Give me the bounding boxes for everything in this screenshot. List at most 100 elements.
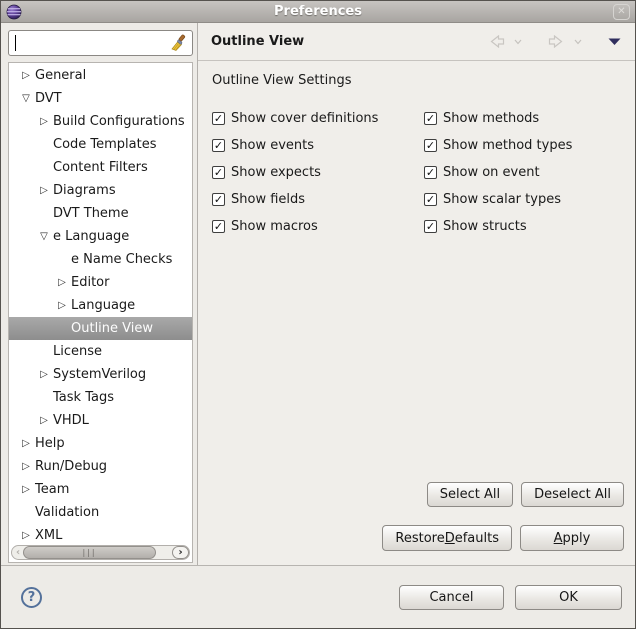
tree-item-label: Validation xyxy=(35,505,100,520)
expand-arrow-icon[interactable]: ▷ xyxy=(17,524,35,547)
tree-item-help[interactable]: ▷ Help xyxy=(9,432,192,455)
tree-item-label: XML xyxy=(35,528,63,543)
checkbox-show-fields[interactable]: ✓ Show fields xyxy=(212,186,424,213)
tree-item-outline-view[interactable]: Outline View xyxy=(9,317,192,340)
text-caret xyxy=(15,35,16,51)
tree-item-build-configurations[interactable]: ▷ Build Configurations xyxy=(9,110,192,133)
checkbox-show-events[interactable]: ✓ Show events xyxy=(212,132,424,159)
tree-item-content-filters[interactable]: Content Filters xyxy=(9,156,192,179)
checkbox-show-method-types[interactable]: ✓ Show method types xyxy=(424,132,572,159)
checkbox-box[interactable]: ✓ xyxy=(212,220,225,233)
cancel-button[interactable]: Cancel xyxy=(399,584,504,610)
tree-item-run-debug[interactable]: ▷ Run/Debug xyxy=(9,455,192,478)
select-all-button[interactable]: Select All xyxy=(426,482,514,507)
checkbox-show-macros[interactable]: ✓ Show macros xyxy=(212,213,424,240)
tree-item-general[interactable]: ▷ General xyxy=(9,64,192,87)
apply-button[interactable]: Apply xyxy=(520,525,624,551)
tree-item-e-language[interactable]: ▽ e Language xyxy=(9,225,192,248)
checkbox-label: Show macros xyxy=(231,219,318,234)
sidebar: ▷ General ▽ DVT ▷ Build Configurations Code Te… xyxy=(1,23,198,565)
tree-item-language[interactable]: ▷ Language xyxy=(9,294,192,317)
expand-arrow-icon[interactable]: ▷ xyxy=(53,294,71,317)
checkbox-show-structs[interactable]: ✓ Show structs xyxy=(424,213,572,240)
tree-item-label: General xyxy=(35,68,87,83)
checkbox-box[interactable]: ✓ xyxy=(212,166,225,179)
expand-arrow-icon[interactable]: ▷ xyxy=(53,271,71,294)
forward-history-chevron-icon[interactable] xyxy=(574,39,582,45)
back-icon[interactable] xyxy=(488,35,505,48)
checkbox-show-cover-definitions[interactable]: ✓ Show cover definitions xyxy=(212,105,424,132)
tree-item-dvt[interactable]: ▽ DVT xyxy=(9,87,192,110)
tree-item-license[interactable]: License xyxy=(9,340,192,363)
page-title: Outline View xyxy=(211,34,305,49)
checkbox-label: Show methods xyxy=(443,111,540,126)
checkbox-box[interactable]: ✓ xyxy=(424,139,437,152)
tree-item-label: Run/Debug xyxy=(35,459,108,474)
horizontal-scrollbar[interactable]: ‹ ||| › xyxy=(11,545,190,560)
titlebar[interactable]: Preferences ✕ xyxy=(1,1,635,23)
checkbox-show-on-event[interactable]: ✓ Show on event xyxy=(424,159,572,186)
tree-item-xml[interactable]: ▷ XML xyxy=(9,524,192,547)
tree-item-label: VHDL xyxy=(53,413,89,428)
filter-field-wrap xyxy=(8,30,193,56)
checkbox-box[interactable]: ✓ xyxy=(212,139,225,152)
tree-item-editor[interactable]: ▷ Editor xyxy=(9,271,192,294)
tree-item-e-name-checks[interactable]: e Name Checks xyxy=(9,248,192,271)
ok-button[interactable]: OK xyxy=(515,584,622,610)
tree-item-label: SystemVerilog xyxy=(53,367,147,382)
expand-arrow-icon[interactable]: ▷ xyxy=(35,409,53,432)
collapse-arrow-icon[interactable]: ▽ xyxy=(17,87,35,110)
tree-item-label: Task Tags xyxy=(53,390,114,405)
deselect-all-button[interactable]: Deselect All xyxy=(521,482,624,507)
checkbox-box[interactable]: ✓ xyxy=(424,193,437,206)
tree-item-label: Content Filters xyxy=(53,160,148,175)
tree-item-label: Diagrams xyxy=(53,183,116,198)
expand-arrow-icon[interactable]: ▷ xyxy=(17,478,35,501)
tree-item-systemverilog[interactable]: ▷ SystemVerilog xyxy=(9,363,192,386)
help-icon[interactable]: ? xyxy=(21,586,42,608)
expand-arrow-icon[interactable]: ▷ xyxy=(17,64,35,87)
tree-item-vhdl[interactable]: ▷ VHDL xyxy=(9,409,192,432)
restore-defaults-button[interactable]: Restore Defaults xyxy=(382,525,512,551)
tree-item-validation[interactable]: Validation xyxy=(9,501,192,524)
expand-arrow-icon[interactable]: ▷ xyxy=(35,110,53,133)
tree-item-task-tags[interactable]: Task Tags xyxy=(9,386,192,409)
preferences-tree[interactable]: ▷ General ▽ DVT ▷ Build Configurations Code Te… xyxy=(8,62,193,563)
main-area: ▷ General ▽ DVT ▷ Build Configurations Code Te… xyxy=(1,23,635,565)
checkbox-box[interactable]: ✓ xyxy=(212,112,225,125)
expand-arrow-icon[interactable]: ▷ xyxy=(17,455,35,478)
tree-item-label: License xyxy=(53,344,103,359)
tree-item-diagrams[interactable]: ▷ Diagrams xyxy=(9,179,192,202)
checkbox-show-expects[interactable]: ✓ Show expects xyxy=(212,159,424,186)
expand-arrow-icon[interactable]: ▷ xyxy=(35,363,53,386)
checkbox-box[interactable]: ✓ xyxy=(424,220,437,233)
checkbox-show-methods[interactable]: ✓ Show methods xyxy=(424,105,572,132)
checkbox-grid: ✓ Show cover definitions ✓ Show events ✓ Show… xyxy=(212,105,624,240)
tree-item-team[interactable]: ▷ Team xyxy=(9,478,192,501)
tree-item-code-templates[interactable]: Code Templates xyxy=(9,133,192,156)
checkbox-box[interactable]: ✓ xyxy=(212,193,225,206)
back-history-chevron-icon[interactable] xyxy=(514,39,522,45)
tree-item-label: Editor xyxy=(71,275,110,290)
checkbox-label: Show scalar types xyxy=(443,192,561,207)
filter-input[interactable] xyxy=(8,30,193,56)
tree-item-label: Build Configurations xyxy=(53,114,185,129)
checkbox-box[interactable]: ✓ xyxy=(424,166,437,179)
close-icon[interactable]: ✕ xyxy=(613,3,630,20)
collapse-arrow-icon[interactable]: ▽ xyxy=(35,225,53,248)
tree-item-dvt-theme[interactable]: DVT Theme xyxy=(9,202,192,225)
scrollbar-thumb[interactable]: ||| xyxy=(23,546,156,559)
forward-icon[interactable] xyxy=(548,35,565,48)
page-header: Outline View xyxy=(198,23,635,61)
tree-item-label: Language xyxy=(71,298,136,313)
checkbox-box[interactable]: ✓ xyxy=(424,112,437,125)
scroll-left-icon[interactable]: ‹ xyxy=(16,546,20,559)
expand-arrow-icon[interactable]: ▷ xyxy=(35,179,53,202)
collapse-header-icon[interactable] xyxy=(608,38,621,46)
window-title: Preferences xyxy=(274,4,362,19)
expand-arrow-icon[interactable]: ▷ xyxy=(17,432,35,455)
tree-item-label: DVT Theme xyxy=(53,206,129,221)
checkbox-label: Show method types xyxy=(443,138,573,153)
checkbox-show-scalar-types[interactable]: ✓ Show scalar types xyxy=(424,186,572,213)
scroll-right-icon[interactable]: › xyxy=(172,546,189,559)
